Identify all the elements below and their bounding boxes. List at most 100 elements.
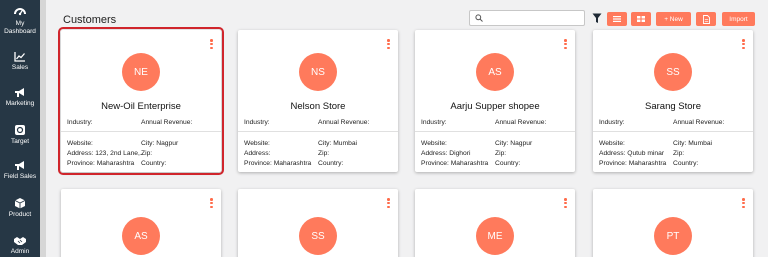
nav-label: Sales [11, 64, 29, 71]
nav-label: Admin [10, 248, 30, 255]
address-field: Address: 123, 2nd Lane,... [67, 150, 143, 157]
document-icon [702, 14, 710, 24]
address-field: Address: [244, 150, 271, 157]
customer-card[interactable]: AS Aarju Supper shopee Industry: Annual … [415, 30, 575, 172]
annual-revenue-label: Annual Revenue: [141, 119, 193, 126]
divider [593, 131, 753, 132]
more-menu-icon[interactable] [210, 39, 213, 51]
page-title: Customers [63, 14, 117, 26]
divider [238, 131, 398, 132]
nav-label: Target [10, 138, 30, 145]
zip-field: Zip: [141, 150, 153, 157]
nav-label: Field Sales [3, 173, 37, 180]
city-field: City: Mumbai [673, 140, 713, 147]
grid-icon [637, 16, 645, 22]
megaphone-icon [15, 161, 24, 170]
city-field: City: Mumbai [318, 140, 358, 147]
customer-name[interactable]: Nelson Store [238, 101, 398, 112]
filter-icon[interactable] [592, 13, 602, 24]
address-field: Address: Dighori [421, 150, 471, 157]
website-field: Website: [67, 140, 93, 147]
annual-revenue-label: Annual Revenue: [318, 119, 370, 126]
industry-label: Industry: [421, 119, 447, 126]
dashboard-icon [14, 8, 26, 16]
nav-product[interactable]: Product [0, 197, 40, 219]
new-button[interactable]: + New [656, 12, 691, 26]
website-field: Website: [421, 140, 447, 147]
more-menu-icon[interactable] [564, 198, 567, 210]
province-field: Province: Maharashtra [599, 160, 667, 167]
customer-card[interactable]: SS [238, 189, 398, 257]
more-menu-icon[interactable] [564, 39, 567, 51]
nav-label: Dashboard [4, 27, 36, 35]
more-menu-icon[interactable] [742, 39, 745, 51]
sidebar-scrollbar[interactable] [40, 0, 46, 257]
industry-label: Industry: [244, 119, 270, 126]
zip-field: Zip: [318, 150, 330, 157]
list-view-button[interactable] [607, 12, 627, 26]
province-field: Province: Maharashtra [244, 160, 312, 167]
sidebar: My Dashboard Sales Marketing Target Fiel… [0, 0, 40, 257]
chart-line-icon [14, 52, 25, 62]
nav-label: Marketing [5, 100, 35, 107]
website-field: Website: [244, 140, 270, 147]
avatar: PT [654, 217, 692, 255]
province-field: Province: Maharashtra [67, 160, 135, 167]
nav-sales[interactable]: Sales [0, 51, 40, 72]
customer-card[interactable]: AS [61, 189, 221, 257]
grid-view-button[interactable] [631, 12, 651, 26]
country-field: Country: [141, 160, 167, 167]
more-menu-icon[interactable] [742, 198, 745, 210]
nav-label: Product [8, 211, 32, 218]
annual-revenue-label: Annual Revenue: [495, 119, 547, 126]
country-field: Country: [495, 160, 521, 167]
import-button[interactable]: Import [722, 12, 755, 26]
avatar: ME [476, 217, 514, 255]
more-menu-icon[interactable] [210, 198, 213, 210]
website-field: Website: [599, 140, 625, 147]
avatar: NS [299, 53, 337, 91]
country-field: Country: [318, 160, 344, 167]
customer-name[interactable]: New-Oil Enterprise [61, 101, 221, 112]
export-button[interactable] [696, 12, 716, 26]
customer-card[interactable]: NE New-Oil Enterprise Industry: Annual R… [58, 27, 224, 175]
megaphone-icon [15, 88, 24, 97]
search-box[interactable] [469, 10, 585, 26]
avatar: SS [654, 53, 692, 91]
zip-field: Zip: [673, 150, 685, 157]
nav-label: My [15, 20, 25, 27]
list-icon [613, 16, 621, 22]
annual-revenue-label: Annual Revenue: [673, 119, 725, 126]
customer-card[interactable]: ME [415, 189, 575, 257]
city-field: City: Nagpur [141, 140, 179, 147]
box-icon [14, 198, 26, 209]
more-menu-icon[interactable] [387, 39, 390, 51]
nav-admin[interactable]: Admin [0, 235, 40, 256]
search-input[interactable] [486, 11, 582, 25]
address-field: Address: Qutub minar [599, 150, 665, 157]
avatar: AS [122, 217, 160, 255]
industry-label: Industry: [67, 119, 93, 126]
target-icon [15, 125, 25, 135]
customer-name[interactable]: Sarang Store [593, 101, 753, 112]
nav-target[interactable]: Target [0, 124, 40, 146]
country-field: Country: [673, 160, 699, 167]
nav-marketing[interactable]: Marketing [0, 87, 40, 108]
handshake-icon [14, 237, 26, 245]
nav-dashboard[interactable]: My Dashboard [0, 6, 40, 35]
industry-label: Industry: [599, 119, 625, 126]
nav-field-sales[interactable]: Field Sales [0, 160, 40, 181]
search-icon [475, 14, 483, 22]
customer-card[interactable]: PT [593, 189, 753, 257]
province-field: Province: Maharashtra [421, 160, 489, 167]
avatar: AS [476, 53, 514, 91]
divider [415, 131, 575, 132]
customer-card[interactable]: SS Sarang Store Industry: Annual Revenue… [593, 30, 753, 172]
divider [61, 131, 221, 132]
avatar: SS [299, 217, 337, 255]
zip-field: Zip: [495, 150, 507, 157]
customer-name[interactable]: Aarju Supper shopee [415, 101, 575, 112]
customer-card[interactable]: NS Nelson Store Industry: Annual Revenue… [238, 30, 398, 172]
city-field: City: Nagpur [495, 140, 533, 147]
more-menu-icon[interactable] [387, 198, 390, 210]
